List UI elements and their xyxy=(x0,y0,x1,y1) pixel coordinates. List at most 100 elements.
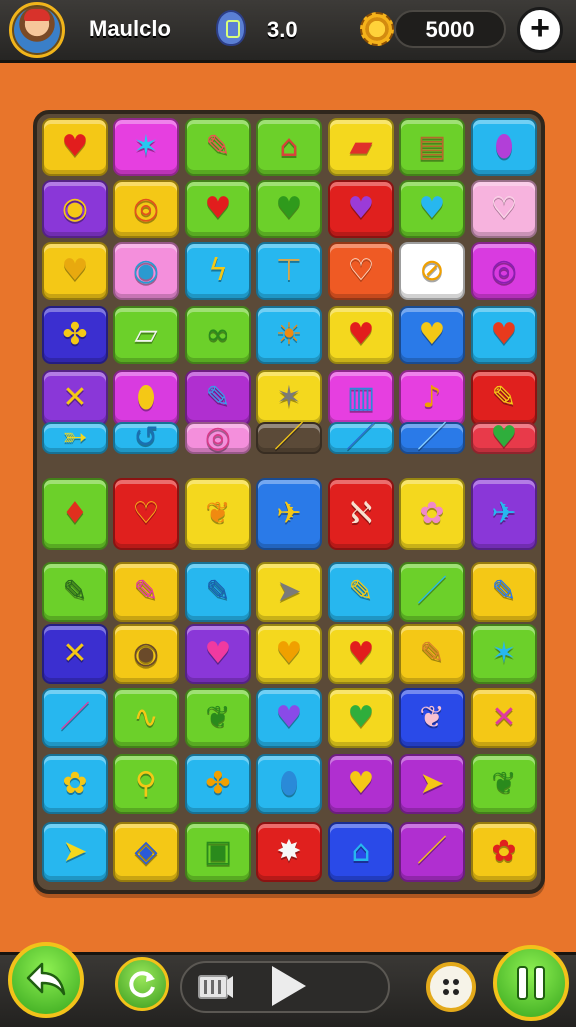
game-tile[interactable]: ／ xyxy=(42,688,108,748)
game-tile[interactable]: ♥ xyxy=(185,180,251,238)
game-tile[interactable]: ◈ xyxy=(113,822,179,882)
tile-icon: ▰ xyxy=(349,129,373,164)
game-tile[interactable]: ✎ xyxy=(185,562,251,622)
game-tile[interactable]: ♥ xyxy=(328,754,394,814)
game-tile[interactable]: ♥ xyxy=(399,306,465,364)
tile-icon: ／ xyxy=(346,420,376,455)
tile-icon: ➤ xyxy=(62,834,88,869)
game-tile[interactable]: ✎ xyxy=(328,562,394,622)
game-tile[interactable]: ℵ xyxy=(328,478,394,550)
game-tile[interactable]: ♥ xyxy=(42,118,108,176)
game-tile[interactable]: ✶ xyxy=(256,370,322,426)
game-tile[interactable]: ✶ xyxy=(471,624,537,684)
game-tile[interactable]: ♥ xyxy=(256,180,322,238)
game-tile[interactable]: ✎ xyxy=(471,370,537,426)
game-tile[interactable]: ▰ xyxy=(328,118,394,176)
game-tile[interactable]: ♥ xyxy=(328,688,394,748)
top-bar: Maulclo 3.0 5000 + xyxy=(0,0,576,63)
refresh-button[interactable] xyxy=(115,957,169,1011)
back-button[interactable] xyxy=(8,942,84,1018)
menu-button[interactable] xyxy=(426,962,476,1012)
game-tile[interactable]: ♥ xyxy=(42,242,108,300)
game-tile[interactable]: ⬮ xyxy=(113,370,179,426)
game-tile[interactable]: ♥ xyxy=(328,306,394,364)
game-tile[interactable]: ✤ xyxy=(185,754,251,814)
game-tile[interactable]: ⊘ xyxy=(399,242,465,300)
game-tile[interactable]: ▤ xyxy=(399,118,465,176)
game-tile[interactable]: ✕ xyxy=(42,370,108,426)
film-icon[interactable] xyxy=(196,968,234,1006)
game-tile[interactable]: ➤ xyxy=(256,562,322,622)
game-tile[interactable]: ◎ xyxy=(185,422,251,454)
game-tile[interactable]: ♥ xyxy=(256,688,322,748)
game-tile[interactable]: ✤ xyxy=(42,306,108,364)
player-avatar-icon[interactable] xyxy=(9,2,65,58)
game-tile[interactable]: ❦ xyxy=(185,478,251,550)
tile-icon: ✶ xyxy=(133,129,159,164)
game-tile[interactable]: ／ xyxy=(399,822,465,882)
game-tile[interactable]: ／ xyxy=(328,422,394,454)
game-tile[interactable]: ➤ xyxy=(42,822,108,882)
game-tile[interactable]: ➳ xyxy=(42,422,108,454)
game-tile[interactable]: ⊤ xyxy=(256,242,322,300)
game-tile[interactable]: ♡ xyxy=(328,242,394,300)
game-tile[interactable]: ⬮ xyxy=(471,118,537,176)
pause-button[interactable] xyxy=(493,945,569,1021)
game-tile[interactable]: ♪ xyxy=(399,370,465,426)
game-tile[interactable]: ♡ xyxy=(113,478,179,550)
game-tile[interactable]: ✎ xyxy=(399,624,465,684)
tile-icon: ✎ xyxy=(348,574,374,609)
game-tile[interactable]: ♥ xyxy=(256,624,322,684)
game-tile[interactable]: ⌂ xyxy=(328,822,394,882)
game-tile[interactable]: ✶ xyxy=(113,118,179,176)
game-tile[interactable]: ◉ xyxy=(42,180,108,238)
game-tile[interactable]: ✕ xyxy=(471,688,537,748)
game-tile[interactable]: ♥ xyxy=(399,180,465,238)
game-tile[interactable]: ✕ xyxy=(42,624,108,684)
game-tile[interactable]: ✎ xyxy=(185,370,251,426)
game-tile[interactable]: ✿ xyxy=(42,754,108,814)
game-tile[interactable]: ◉ xyxy=(113,624,179,684)
game-tile[interactable]: ✎ xyxy=(42,562,108,622)
game-tile[interactable]: ♥ xyxy=(328,624,394,684)
game-tile[interactable]: ✿ xyxy=(471,822,537,882)
game-tile[interactable]: ／ xyxy=(399,422,465,454)
game-tile[interactable]: ∿ xyxy=(113,688,179,748)
game-tile[interactable]: ⌂ xyxy=(256,118,322,176)
game-tile[interactable]: ♡ xyxy=(471,180,537,238)
game-tile[interactable]: ✿ xyxy=(399,478,465,550)
game-tile[interactable]: ☀ xyxy=(256,306,322,364)
game-tile[interactable]: ❦ xyxy=(185,688,251,748)
game-tile[interactable]: ✈ xyxy=(471,478,537,550)
game-tile[interactable]: ▣ xyxy=(185,822,251,882)
game-tile[interactable]: ➤ xyxy=(399,754,465,814)
game-tile[interactable]: ／ xyxy=(399,562,465,622)
game-tile[interactable]: ⚲ xyxy=(113,754,179,814)
game-tile[interactable]: ♥ xyxy=(328,180,394,238)
game-tile[interactable]: ◉ xyxy=(113,242,179,300)
play-icon[interactable] xyxy=(272,966,306,1006)
tile-icon: ✶ xyxy=(491,636,517,671)
game-tile[interactable]: ✸ xyxy=(256,822,322,882)
game-tile[interactable]: ∞ xyxy=(185,306,251,364)
tile-icon: ♥ xyxy=(275,636,303,671)
game-tile[interactable]: ❦ xyxy=(399,688,465,748)
game-tile[interactable]: ⬮ xyxy=(256,754,322,814)
game-tile[interactable]: ❦ xyxy=(471,754,537,814)
game-tile[interactable]: ✎ xyxy=(471,562,537,622)
game-tile[interactable]: ✎ xyxy=(113,562,179,622)
game-tile[interactable]: ✎ xyxy=(185,118,251,176)
game-tile[interactable]: ♥ xyxy=(185,624,251,684)
game-tile[interactable]: ◎ xyxy=(471,242,537,300)
game-tile[interactable]: ◎ xyxy=(113,180,179,238)
game-tile[interactable]: ♥ xyxy=(471,422,537,454)
game-tile[interactable]: ♥ xyxy=(471,306,537,364)
game-tile[interactable]: ϟ xyxy=(185,242,251,300)
game-tile[interactable]: ／ xyxy=(256,422,322,454)
game-tile[interactable]: ▥ xyxy=(328,370,394,426)
game-tile[interactable]: ↺ xyxy=(113,422,179,454)
add-coins-button[interactable]: + xyxy=(517,7,563,53)
game-tile[interactable]: ✈ xyxy=(256,478,322,550)
game-tile[interactable]: ▱ xyxy=(113,306,179,364)
game-tile[interactable]: ♦ xyxy=(42,478,108,550)
